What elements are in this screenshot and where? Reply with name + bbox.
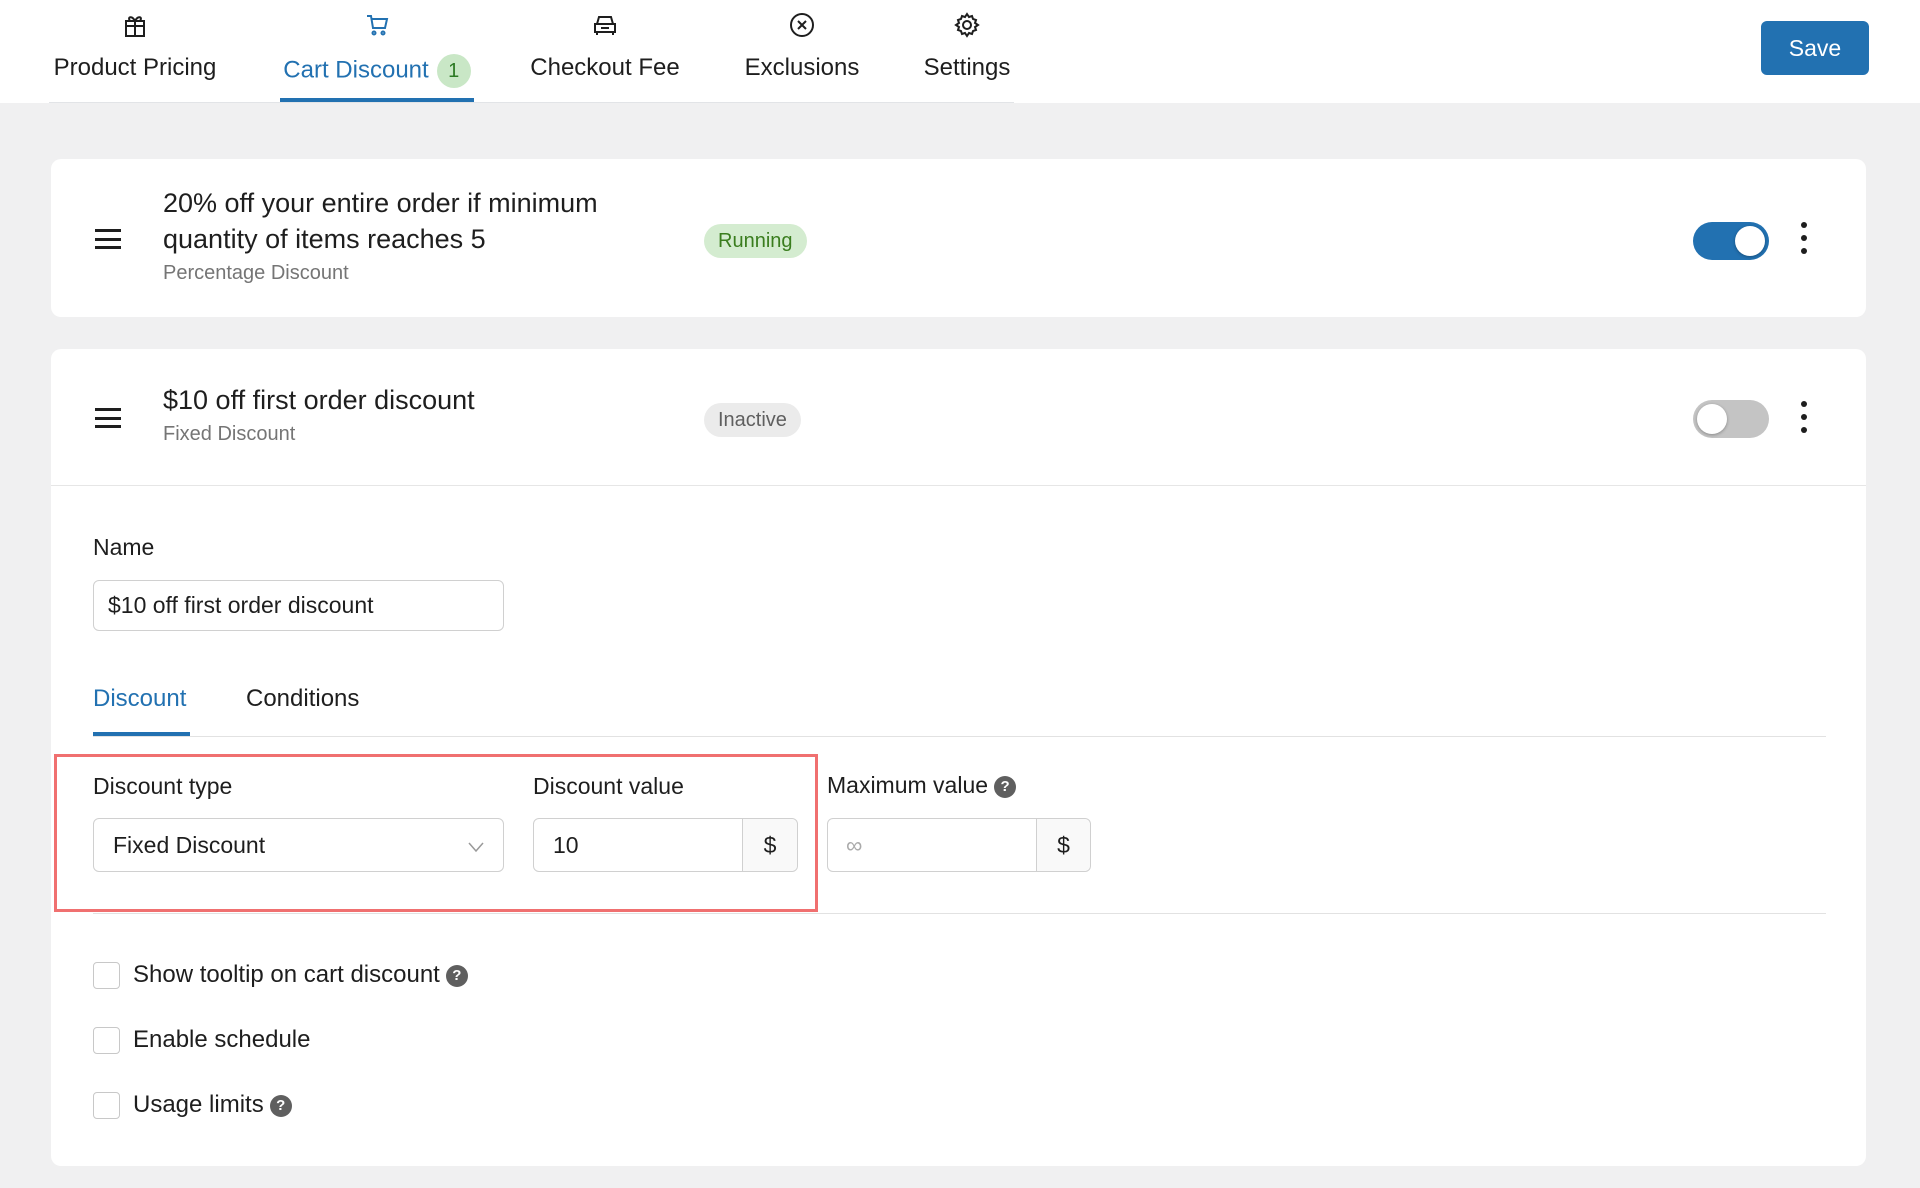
enable-toggle[interactable] xyxy=(1693,400,1769,438)
more-menu-icon[interactable] xyxy=(1801,401,1807,435)
rule-type: Percentage Discount xyxy=(163,262,349,284)
discount-type-select[interactable]: Fixed Discount xyxy=(93,818,504,872)
usage-limits-label: Usage limits? xyxy=(133,1091,292,1119)
chevron-down-icon xyxy=(467,833,485,860)
gear-icon xyxy=(918,12,1016,42)
maximum-value-input[interactable]: ∞ $ xyxy=(827,818,1091,872)
count-badge: 1 xyxy=(436,54,471,88)
rule-title[interactable]: 20% off your entire order if minimum quan… xyxy=(163,185,598,257)
usage-limits-checkbox[interactable] xyxy=(93,1092,120,1119)
enable-schedule-label: Enable schedule xyxy=(133,1026,311,1053)
currency-addon: $ xyxy=(1036,819,1090,871)
name-input[interactable]: $10 off first order discount xyxy=(93,580,504,631)
rule-type: Fixed Discount xyxy=(163,423,296,445)
discount-value-label: Discount value xyxy=(533,773,684,799)
rule-card-1: 20% off your entire order if minimum quan… xyxy=(51,159,1866,317)
show-tooltip-label: Show tooltip on cart discount? xyxy=(133,961,468,989)
subtab-conditions[interactable]: Conditions xyxy=(246,685,359,713)
car-icon xyxy=(528,12,682,42)
status-badge: Running xyxy=(704,224,807,258)
cart-icon xyxy=(280,12,474,42)
help-icon[interactable]: ? xyxy=(269,1094,292,1117)
gift-icon xyxy=(49,12,221,42)
divider xyxy=(51,485,1866,486)
more-menu-icon[interactable] xyxy=(1801,222,1807,256)
discount-type-label: Discount type xyxy=(93,773,233,799)
maximum-value-label: Maximum value? xyxy=(827,772,1017,799)
currency-addon: $ xyxy=(742,819,797,871)
subtab-divider xyxy=(93,736,1826,737)
name-label: Name xyxy=(93,534,155,560)
show-tooltip-checkbox[interactable] xyxy=(93,962,120,989)
save-button[interactable]: Save xyxy=(1761,21,1869,75)
tab-settings[interactable]: Settings xyxy=(918,12,1016,103)
status-badge: Inactive xyxy=(704,403,801,437)
tab-checkout-fee[interactable]: Checkout Fee xyxy=(528,12,682,103)
divider xyxy=(93,913,1826,914)
rule-title[interactable]: $10 off first order discount xyxy=(163,382,475,418)
tab-product-pricing[interactable]: Product Pricing xyxy=(49,12,221,103)
drag-handle-icon[interactable] xyxy=(95,229,121,249)
help-icon[interactable]: ? xyxy=(445,964,468,987)
subtab-discount[interactable]: Discount xyxy=(93,685,186,713)
enable-schedule-checkbox[interactable] xyxy=(93,1027,120,1054)
tab-cart-discount[interactable]: Cart Discount 1 xyxy=(280,12,474,103)
x-circle-icon xyxy=(742,12,862,42)
tabs-divider xyxy=(49,102,1014,103)
top-nav: Product Pricing Cart Discount 1 Checkout … xyxy=(0,0,1920,103)
help-icon[interactable]: ? xyxy=(994,775,1017,798)
discount-value-input[interactable]: 10 $ xyxy=(533,818,798,872)
enable-toggle[interactable] xyxy=(1693,222,1769,260)
tab-exclusions[interactable]: Exclusions xyxy=(742,12,862,103)
drag-handle-icon[interactable] xyxy=(95,408,121,428)
